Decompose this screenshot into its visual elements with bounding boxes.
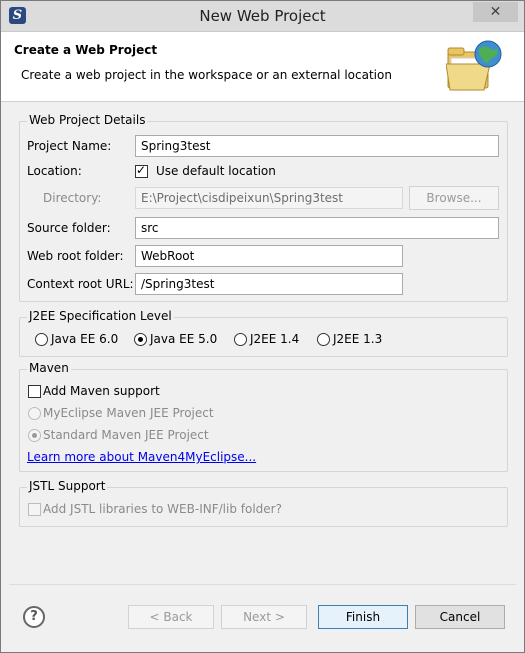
- window-title: New Web Project: [199, 7, 326, 25]
- web-root-folder-label: Web root folder:: [27, 249, 124, 263]
- finish-button[interactable]: Finish: [318, 605, 408, 629]
- learn-more-maven-link[interactable]: Learn more about Maven4MyEclipse...: [27, 450, 256, 464]
- radio-myeclipse-maven-jee-label: MyEclipse Maven JEE Project: [43, 406, 214, 420]
- radio-java-ee-6-label[interactable]: Java EE 6.0: [51, 332, 118, 346]
- radio-standard-maven-jee-label: Standard Maven JEE Project: [43, 428, 209, 442]
- use-default-location-checkbox[interactable]: [135, 163, 148, 178]
- group-title: JSTL Support: [27, 479, 108, 493]
- directory-label: Directory:: [43, 191, 102, 205]
- wizard-title: Create a Web Project: [14, 43, 158, 57]
- radio-j2ee-1-3-label[interactable]: J2EE 1.3: [333, 332, 382, 346]
- dialog-window: S New Web Project ✕ Create a Web Project…: [0, 0, 525, 653]
- location-label: Location:: [27, 164, 82, 178]
- web-root-folder-input[interactable]: WebRoot: [135, 245, 403, 267]
- radio-java-ee-6[interactable]: [35, 333, 48, 346]
- next-button: Next >: [221, 605, 307, 629]
- wizard-description: Create a web project in the workspace or…: [21, 68, 392, 82]
- use-default-location-label[interactable]: Use default location: [156, 164, 276, 178]
- group-title: J2EE Specification Level: [27, 309, 174, 323]
- folder-globe-icon: [446, 40, 502, 91]
- source-folder-label: Source folder:: [27, 221, 111, 235]
- wizard-header: Create a Web Project Create a web projec…: [1, 32, 524, 102]
- directory-input: E:\Project\cisdipeixun\Spring3test: [135, 187, 403, 209]
- project-name-label: Project Name:: [27, 139, 112, 153]
- source-folder-input[interactable]: src: [135, 217, 499, 239]
- back-button: < Back: [128, 605, 214, 629]
- add-maven-support-checkbox[interactable]: [28, 385, 41, 398]
- group-title: Maven: [27, 361, 71, 375]
- add-maven-support-label[interactable]: Add Maven support: [43, 384, 160, 398]
- help-icon[interactable]: ?: [23, 606, 45, 628]
- add-jstl-libraries-checkbox: [28, 503, 41, 516]
- radio-java-ee-5-label[interactable]: Java EE 5.0: [150, 332, 217, 346]
- radio-java-ee-5[interactable]: [134, 333, 147, 346]
- context-root-url-input[interactable]: /Spring3test: [135, 273, 403, 295]
- close-button[interactable]: ✕: [473, 2, 518, 22]
- cancel-button[interactable]: Cancel: [415, 605, 505, 629]
- group-title: Web Project Details: [27, 113, 148, 127]
- radio-myeclipse-maven-jee: [28, 407, 41, 420]
- radio-j2ee-1-4[interactable]: [234, 333, 247, 346]
- radio-standard-maven-jee: [28, 429, 41, 442]
- add-jstl-libraries-label: Add JSTL libraries to WEB-INF/lib folder…: [43, 502, 282, 516]
- footer-divider: [9, 584, 516, 585]
- radio-j2ee-1-3[interactable]: [317, 333, 330, 346]
- title-bar[interactable]: S New Web Project ✕: [1, 1, 524, 32]
- radio-j2ee-1-4-label[interactable]: J2EE 1.4: [250, 332, 299, 346]
- browse-button: Browse...: [409, 186, 499, 210]
- project-name-input[interactable]: Spring3test: [135, 135, 499, 157]
- context-root-url-label: Context root URL:: [27, 277, 134, 291]
